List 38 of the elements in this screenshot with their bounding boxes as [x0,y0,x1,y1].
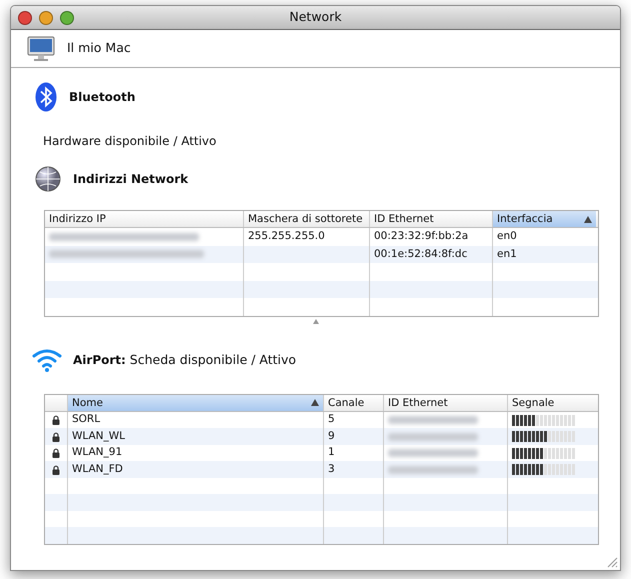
globe-icon [35,166,61,192]
table-cell-text: WLAN_FD [72,462,123,477]
table-cell-text: WLAN_WL [72,428,125,444]
splitter-handle-icon[interactable] [312,318,318,324]
table-cell-text: en1 [497,246,517,262]
section-title: AirPort: [73,352,126,367]
table-cell-text: 00:1e:52:84:8f:dc [374,246,468,262]
column-header[interactable]: Canale [324,394,384,411]
table-cell-text: 00:23:32:9f:bb:2a [374,228,468,244]
wifi-icon [31,346,63,373]
table-cell-text: en0 [497,228,517,244]
table-cell-text: 9 [328,428,335,444]
sort-arrow-icon [311,399,319,406]
minimize-button[interactable] [39,10,53,24]
table-cell-text: SORL [72,412,100,428]
table-cell-text: 5 [328,412,335,428]
status-text: Scheda disponibile / Attivo [130,352,296,367]
table-cell-text: 3 [328,462,335,477]
bluetooth-icon [35,82,57,112]
sort-arrow-icon [584,216,592,222]
column-header[interactable]: Interfaccia [493,211,596,227]
column-header[interactable]: Maschera di sottorete [244,211,370,227]
table-cell-text: 1 [328,445,335,460]
window-title: Network [289,9,342,24]
table-cell-text: 255.255.255.0 [248,228,325,244]
column-header[interactable]: Indirizzo IP [45,211,244,227]
resize-grip-icon[interactable] [607,557,618,568]
section-title: Bluetooth [69,89,136,106]
table-cell-text: WLAN_91 [72,445,122,460]
column-header[interactable]: ID Ethernet [384,394,508,411]
status-text: Hardware disponibile / Attivo [43,134,216,148]
device-label: Il mio Mac [67,39,131,58]
column-header[interactable]: Segnale [508,394,598,411]
zoom-button[interactable] [60,10,74,24]
column-header[interactable]: Nome [68,394,324,411]
close-button[interactable] [18,10,32,24]
section-title: Indirizzi Network [73,171,188,188]
monitor-icon [27,36,55,62]
